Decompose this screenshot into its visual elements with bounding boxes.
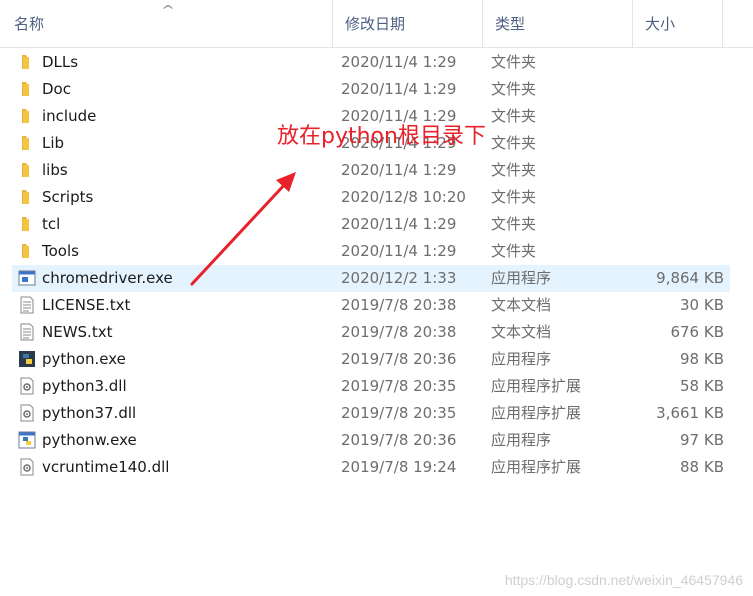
file-type: 应用程序 xyxy=(491,431,552,449)
exe-icon xyxy=(18,269,36,287)
file-size: 97 KB xyxy=(680,431,724,449)
file-type: 文件夹 xyxy=(491,80,537,98)
file-row[interactable]: vcruntime140.dll 2019/7/8 19:24 应用程序扩展 88 K… xyxy=(12,454,730,481)
dll-icon xyxy=(18,404,36,422)
folder-icon xyxy=(18,188,36,206)
file-name: tcl xyxy=(42,215,61,233)
file-row[interactable]: python37.dll 2019/7/8 20:35 应用程序扩展 3,661 KB xyxy=(12,400,730,427)
file-size: 3,661 KB xyxy=(656,404,724,422)
file-date: 2019/7/8 19:24 xyxy=(341,458,457,476)
text-file-icon xyxy=(18,296,36,314)
file-row[interactable]: chromedriver.exe 2020/12/2 1:33 应用程序 9,864 … xyxy=(12,265,730,292)
column-header-type[interactable]: 类型 xyxy=(482,0,632,48)
python-icon xyxy=(18,350,36,368)
file-date: 2020/11/4 1:29 xyxy=(341,215,457,233)
file-date: 2019/7/8 20:38 xyxy=(341,296,457,314)
file-row[interactable]: Scripts 2020/12/8 10:20 文件夹 xyxy=(12,184,730,211)
file-name: python3.dll xyxy=(42,377,127,395)
file-name: python.exe xyxy=(42,350,126,368)
file-name: DLLs xyxy=(42,53,79,71)
file-date: 2019/7/8 20:38 xyxy=(341,323,457,341)
annotation-text: 放在python根目录下 xyxy=(277,124,486,149)
file-type: 文本文档 xyxy=(491,323,552,341)
pythonw-icon xyxy=(18,431,36,449)
folder-icon xyxy=(18,53,36,71)
file-type: 应用程序扩展 xyxy=(491,377,582,395)
column-header-size[interactable]: 大小 xyxy=(632,0,722,48)
file-date: 2019/7/8 20:36 xyxy=(341,431,457,449)
file-date: 2020/11/4 1:29 xyxy=(341,53,457,71)
file-type: 文件夹 xyxy=(491,161,537,179)
file-size: 98 KB xyxy=(680,350,724,368)
file-date: 2020/11/4 1:29 xyxy=(341,80,457,98)
text-file-icon xyxy=(18,323,36,341)
file-name: vcruntime140.dll xyxy=(42,458,170,476)
file-date: 2020/11/4 1:29 xyxy=(341,161,457,179)
file-row[interactable]: pythonw.exe 2019/7/8 20:36 应用程序 97 KB xyxy=(12,427,730,454)
folder-icon xyxy=(18,107,36,125)
file-type: 文件夹 xyxy=(491,215,537,233)
file-row[interactable]: Tools 2020/11/4 1:29 文件夹 xyxy=(12,238,730,265)
column-header-date[interactable]: 修改日期 xyxy=(332,0,482,48)
file-name: python37.dll xyxy=(42,404,137,422)
file-type: 文件夹 xyxy=(491,242,537,260)
column-header-extra xyxy=(722,0,753,48)
file-type: 应用程序 xyxy=(491,350,552,368)
file-type: 应用程序扩展 xyxy=(491,404,582,422)
column-header-bar: 名称 ^ 修改日期 类型 大小 xyxy=(0,0,753,48)
file-name: libs xyxy=(42,161,68,179)
file-name: Lib xyxy=(42,134,65,152)
file-size: 9,864 KB xyxy=(656,269,724,287)
dll-icon xyxy=(18,458,36,476)
folder-icon xyxy=(18,242,36,260)
file-type: 文件夹 xyxy=(491,107,537,125)
file-name: include xyxy=(42,107,97,125)
file-type: 文件夹 xyxy=(491,188,537,206)
file-type: 文件夹 xyxy=(491,134,537,152)
file-date: 2019/7/8 20:35 xyxy=(341,377,457,395)
file-row[interactable]: Doc 2020/11/4 1:29 文件夹 xyxy=(12,76,730,103)
file-date: 2020/12/8 10:20 xyxy=(341,188,466,206)
file-row[interactable]: LICENSE.txt 2019/7/8 20:38 文本文档 30 KB xyxy=(12,292,730,319)
watermark: https://blog.csdn.net/weixin_46457946 xyxy=(504,572,743,588)
file-row[interactable]: tcl 2020/11/4 1:29 文件夹 xyxy=(12,211,730,238)
file-name: Scripts xyxy=(42,188,94,206)
file-name: chromedriver.exe xyxy=(42,269,173,287)
file-type: 应用程序 xyxy=(491,269,552,287)
folder-icon xyxy=(18,134,36,152)
file-type: 应用程序扩展 xyxy=(491,458,582,476)
file-row[interactable]: python3.dll 2019/7/8 20:35 应用程序扩展 58 KB xyxy=(12,373,730,400)
file-date: 2019/7/8 20:36 xyxy=(341,350,457,368)
file-name: Tools xyxy=(42,242,79,260)
file-row[interactable]: python.exe 2019/7/8 20:36 应用程序 98 KB xyxy=(12,346,730,373)
sort-ascending-icon: ^ xyxy=(160,3,176,17)
file-type: 文本文档 xyxy=(491,296,552,314)
file-row[interactable]: NEWS.txt 2019/7/8 20:38 文本文档 676 KB xyxy=(12,319,730,346)
file-size: 30 KB xyxy=(680,296,724,314)
dll-icon xyxy=(18,377,36,395)
file-name: NEWS.txt xyxy=(42,323,113,341)
file-date: 2020/12/2 1:33 xyxy=(341,269,457,287)
file-name: pythonw.exe xyxy=(42,431,137,449)
file-name: LICENSE.txt xyxy=(42,296,131,314)
file-name: Doc xyxy=(42,80,71,98)
file-row[interactable]: libs 2020/11/4 1:29 文件夹 xyxy=(12,157,730,184)
file-size: 676 KB xyxy=(670,323,724,341)
folder-icon xyxy=(18,80,36,98)
file-date: 2019/7/8 20:35 xyxy=(341,404,457,422)
file-type: 文件夹 xyxy=(491,53,537,71)
file-row[interactable]: DLLs 2020/11/4 1:29 文件夹 xyxy=(12,49,730,76)
file-date: 2020/11/4 1:29 xyxy=(341,242,457,260)
folder-icon xyxy=(18,161,36,179)
file-size: 58 KB xyxy=(680,377,724,395)
folder-icon xyxy=(18,215,36,233)
file-size: 88 KB xyxy=(680,458,724,476)
